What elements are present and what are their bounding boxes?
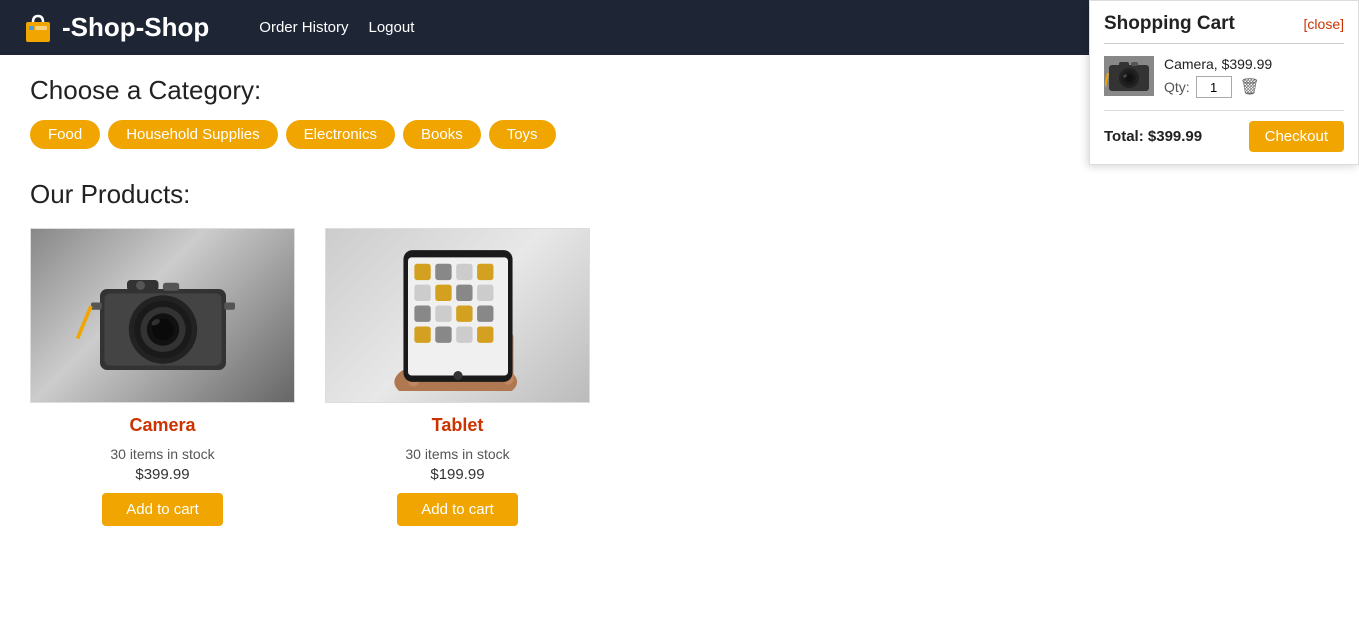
logo-icon <box>20 10 56 46</box>
cart-title: Shopping Cart <box>1104 13 1235 35</box>
category-books[interactable]: Books <box>403 120 481 149</box>
category-electronics[interactable]: Electronics <box>286 120 395 149</box>
category-toys[interactable]: Toys <box>489 120 556 149</box>
tablet-price: $199.99 <box>430 466 484 483</box>
cart-item: Camera, $399.99 Qty: 🗑 <box>1104 56 1344 98</box>
choose-category-title: Choose a Category: <box>30 75 1060 106</box>
cart-qty-row: Qty: 🗑 <box>1164 76 1344 98</box>
camera-add-to-cart-button[interactable]: Add to cart <box>102 493 223 526</box>
header-nav: Order History Logout <box>259 19 414 36</box>
camera-stock: 30 items in stock <box>110 446 214 462</box>
checkout-button[interactable]: Checkout <box>1249 121 1344 152</box>
product-card-tablet: Tablet 30 items in stock $199.99 Add to … <box>325 228 590 526</box>
camera-svg <box>73 246 253 386</box>
cart-total: Total: $399.99 <box>1104 128 1202 145</box>
tablet-image <box>325 228 590 403</box>
camera-image <box>30 228 295 403</box>
cart-header: Shopping Cart [close] <box>1104 13 1344 44</box>
categories-container: Food Household Supplies Electronics Book… <box>30 120 1060 149</box>
main-content: Choose a Category: Food Household Suppli… <box>0 55 1090 546</box>
cart-delete-button[interactable]: 🗑 <box>1238 77 1262 97</box>
tablet-add-to-cart-button[interactable]: Add to cart <box>397 493 518 526</box>
logout-link[interactable]: Logout <box>368 19 414 36</box>
products-title: Our Products: <box>30 179 1060 210</box>
cart-item-name: Camera, $399.99 <box>1164 56 1344 72</box>
category-food[interactable]: Food <box>30 120 100 149</box>
shopping-cart-panel: Shopping Cart [close] Camera, $399.99 Qt… <box>1089 0 1359 165</box>
logo-text: -Shop-Shop <box>62 12 209 43</box>
camera-price: $399.99 <box>135 466 189 483</box>
cart-qty-input[interactable] <box>1196 76 1232 98</box>
products-grid: Camera 30 items in stock $399.99 Add to … <box>30 228 1060 526</box>
category-household-supplies[interactable]: Household Supplies <box>108 120 277 149</box>
cart-item-image <box>1104 56 1154 96</box>
cart-camera-icon <box>1105 57 1153 95</box>
cart-qty-label: Qty: <box>1164 79 1190 95</box>
order-history-link[interactable]: Order History <box>259 19 348 36</box>
cart-item-details: Camera, $399.99 Qty: 🗑 <box>1164 56 1344 98</box>
camera-name: Camera <box>129 415 195 436</box>
tablet-stock: 30 items in stock <box>405 446 509 462</box>
tablet-svg <box>358 241 558 391</box>
cart-footer: Total: $399.99 Checkout <box>1104 110 1344 152</box>
product-card-camera: Camera 30 items in stock $399.99 Add to … <box>30 228 295 526</box>
tablet-name: Tablet <box>432 415 484 436</box>
cart-close-button[interactable]: [close] <box>1304 16 1344 32</box>
logo[interactable]: -Shop-Shop <box>20 10 209 46</box>
